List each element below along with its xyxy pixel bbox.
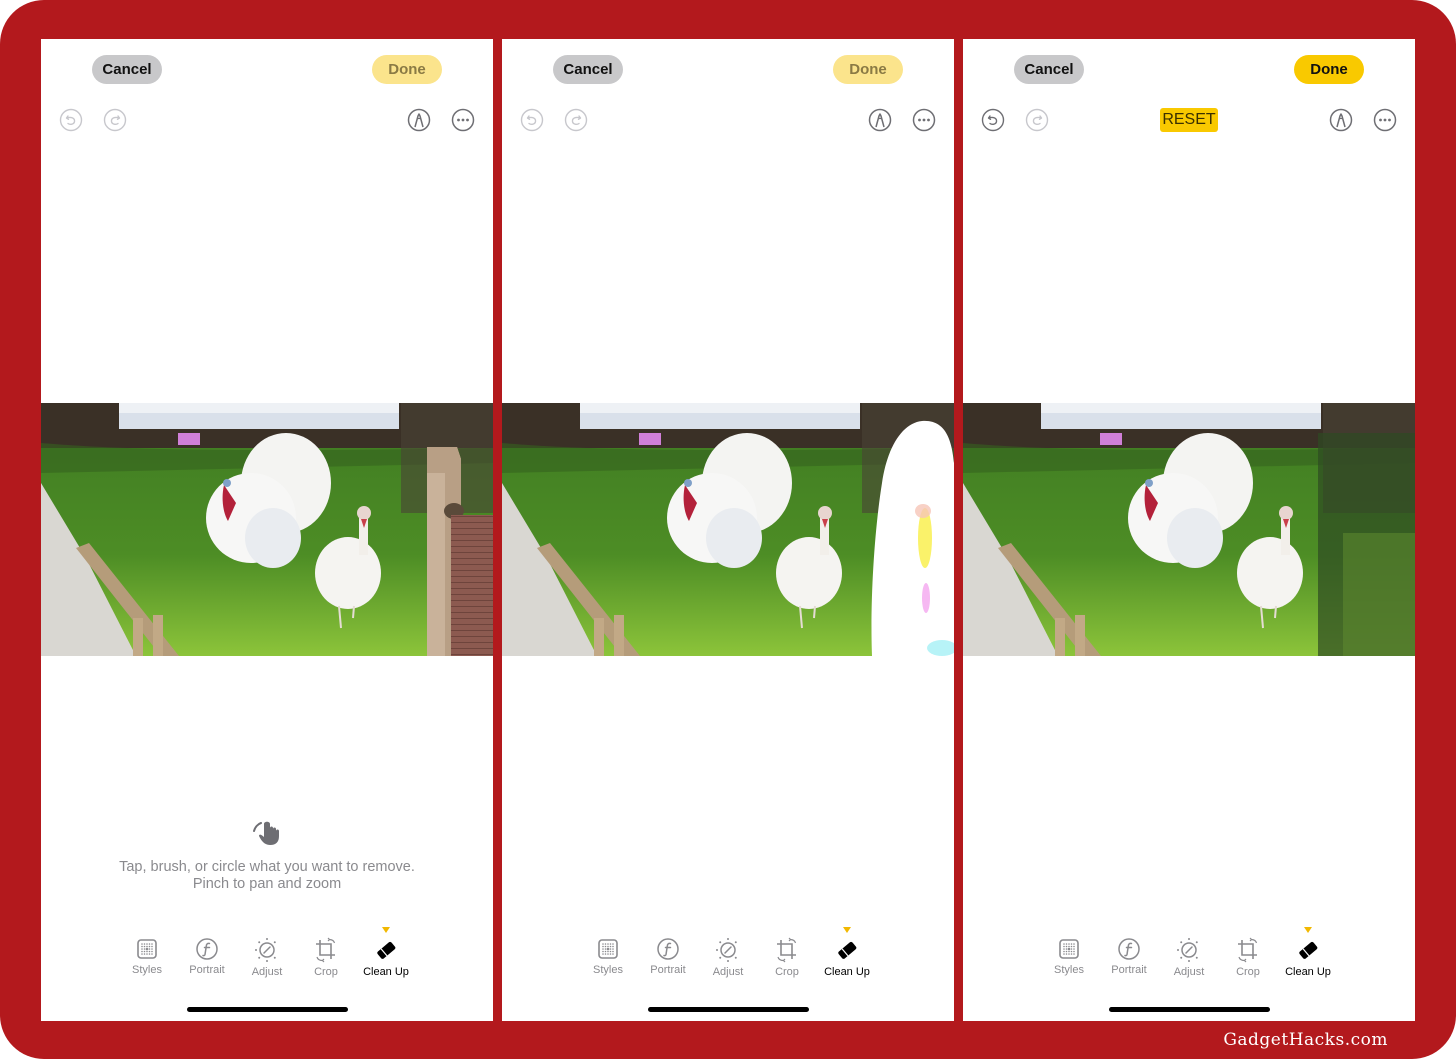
- portrait-f-icon: [177, 937, 237, 961]
- tab-adjust[interactable]: Adjust: [237, 925, 297, 978]
- tab-styles[interactable]: Styles: [1039, 925, 1099, 976]
- cleanup-hint: Tap, brush, or circle what you want to r…: [41, 815, 493, 893]
- photo-canvas[interactable]: [963, 403, 1415, 656]
- portrait-f-icon: [638, 937, 698, 961]
- styles-grid-icon: [117, 937, 177, 961]
- phone-screen-1: Cancel Done Tap, brush, or circle what y…: [41, 39, 493, 1021]
- photo-canvas[interactable]: [41, 403, 493, 656]
- tab-portrait[interactable]: Portrait: [1099, 925, 1159, 976]
- tab-label: Portrait: [189, 964, 225, 976]
- edit-mode-toolbar: Styles Portrait Adjust Crop Clean Up: [963, 925, 1415, 985]
- done-button[interactable]: Done: [833, 55, 903, 84]
- adjust-dial-icon: [237, 937, 297, 963]
- tab-label: Styles: [1054, 964, 1084, 976]
- adjust-dial-icon: [698, 937, 758, 963]
- markup-icon[interactable]: [407, 108, 431, 132]
- crop-rotate-icon: [1218, 937, 1278, 963]
- tab-crop[interactable]: Crop: [1218, 925, 1278, 978]
- edit-mode-toolbar: Styles Portrait Adjust Crop Clean Up: [41, 925, 493, 985]
- active-indicator: [1304, 927, 1312, 933]
- styles-grid-icon: [578, 937, 638, 961]
- tab-label: Crop: [775, 966, 799, 978]
- eraser-icon: [817, 937, 877, 963]
- active-indicator: [382, 927, 390, 933]
- redo-icon[interactable]: [103, 108, 127, 132]
- tab-styles[interactable]: Styles: [117, 925, 177, 976]
- turkey-photo[interactable]: [41, 403, 493, 656]
- tab-label: Clean Up: [1285, 966, 1331, 978]
- tab-crop[interactable]: Crop: [757, 925, 817, 978]
- tab-label: Adjust: [712, 966, 744, 978]
- reset-button[interactable]: RESET: [1160, 108, 1218, 132]
- adjust-dial-icon: [1159, 937, 1219, 963]
- tab-clean-up[interactable]: Clean Up: [817, 925, 877, 978]
- edit-mode-toolbar: Styles Portrait Adjust Crop Clean Up: [502, 925, 954, 985]
- filled-background: [1318, 433, 1415, 656]
- more-options-icon[interactable]: [912, 108, 936, 132]
- phone-screen-3: Cancel Done RESET Styles Portrait Adjust…: [963, 39, 1415, 1021]
- home-indicator[interactable]: [187, 1007, 348, 1012]
- watermark: GadgetHacks.com: [1223, 1030, 1388, 1050]
- turkey-photo[interactable]: [963, 403, 1415, 656]
- tab-clean-up[interactable]: Clean Up: [1278, 925, 1338, 978]
- tab-crop[interactable]: Crop: [296, 925, 356, 978]
- styles-grid-icon: [1039, 937, 1099, 961]
- done-button[interactable]: Done: [1294, 55, 1364, 84]
- home-indicator[interactable]: [1109, 1007, 1270, 1012]
- undo-icon[interactable]: [520, 108, 544, 132]
- active-indicator: [843, 927, 851, 933]
- eraser-icon: [1278, 937, 1338, 963]
- redo-icon[interactable]: [564, 108, 588, 132]
- tab-label: Styles: [593, 964, 623, 976]
- hand-tap-icon: [253, 821, 279, 845]
- turkey-photo[interactable]: [502, 403, 954, 656]
- hint-line-1: Tap, brush, or circle what you want to r…: [119, 859, 415, 875]
- crop-rotate-icon: [757, 937, 817, 963]
- undo-icon[interactable]: [59, 108, 83, 132]
- tab-label: Clean Up: [363, 966, 409, 978]
- tab-clean-up[interactable]: Clean Up: [356, 925, 416, 978]
- cancel-button[interactable]: Cancel: [1014, 55, 1084, 84]
- cancel-button[interactable]: Cancel: [553, 55, 623, 84]
- tab-styles[interactable]: Styles: [578, 925, 638, 976]
- photo-canvas[interactable]: [502, 403, 954, 656]
- markup-icon[interactable]: [1329, 108, 1353, 132]
- tab-label: Clean Up: [824, 966, 870, 978]
- eraser-icon: [356, 937, 416, 963]
- tab-label: Styles: [132, 964, 162, 976]
- tab-label: Crop: [1236, 966, 1260, 978]
- tab-label: Adjust: [251, 966, 283, 978]
- hint-line-2: Pinch to pan and zoom: [192, 876, 342, 892]
- portrait-f-icon: [1099, 937, 1159, 961]
- more-options-icon[interactable]: [1373, 108, 1397, 132]
- phone-screen-2: Cancel Done Styles Portrait Adjust Crop …: [502, 39, 954, 1021]
- more-options-icon[interactable]: [451, 108, 475, 132]
- tab-portrait[interactable]: Portrait: [177, 925, 237, 976]
- tab-adjust[interactable]: Adjust: [698, 925, 758, 978]
- redo-icon[interactable]: [1025, 108, 1049, 132]
- done-button[interactable]: Done: [372, 55, 442, 84]
- crop-rotate-icon: [296, 937, 356, 963]
- undo-icon[interactable]: [981, 108, 1005, 132]
- cancel-button[interactable]: Cancel: [92, 55, 162, 84]
- markup-icon[interactable]: [868, 108, 892, 132]
- tab-label: Portrait: [1111, 964, 1147, 976]
- tab-portrait[interactable]: Portrait: [638, 925, 698, 976]
- home-indicator[interactable]: [648, 1007, 809, 1012]
- tab-label: Adjust: [1173, 966, 1205, 978]
- tab-label: Crop: [314, 966, 338, 978]
- tab-label: Portrait: [650, 964, 686, 976]
- tab-adjust[interactable]: Adjust: [1159, 925, 1219, 978]
